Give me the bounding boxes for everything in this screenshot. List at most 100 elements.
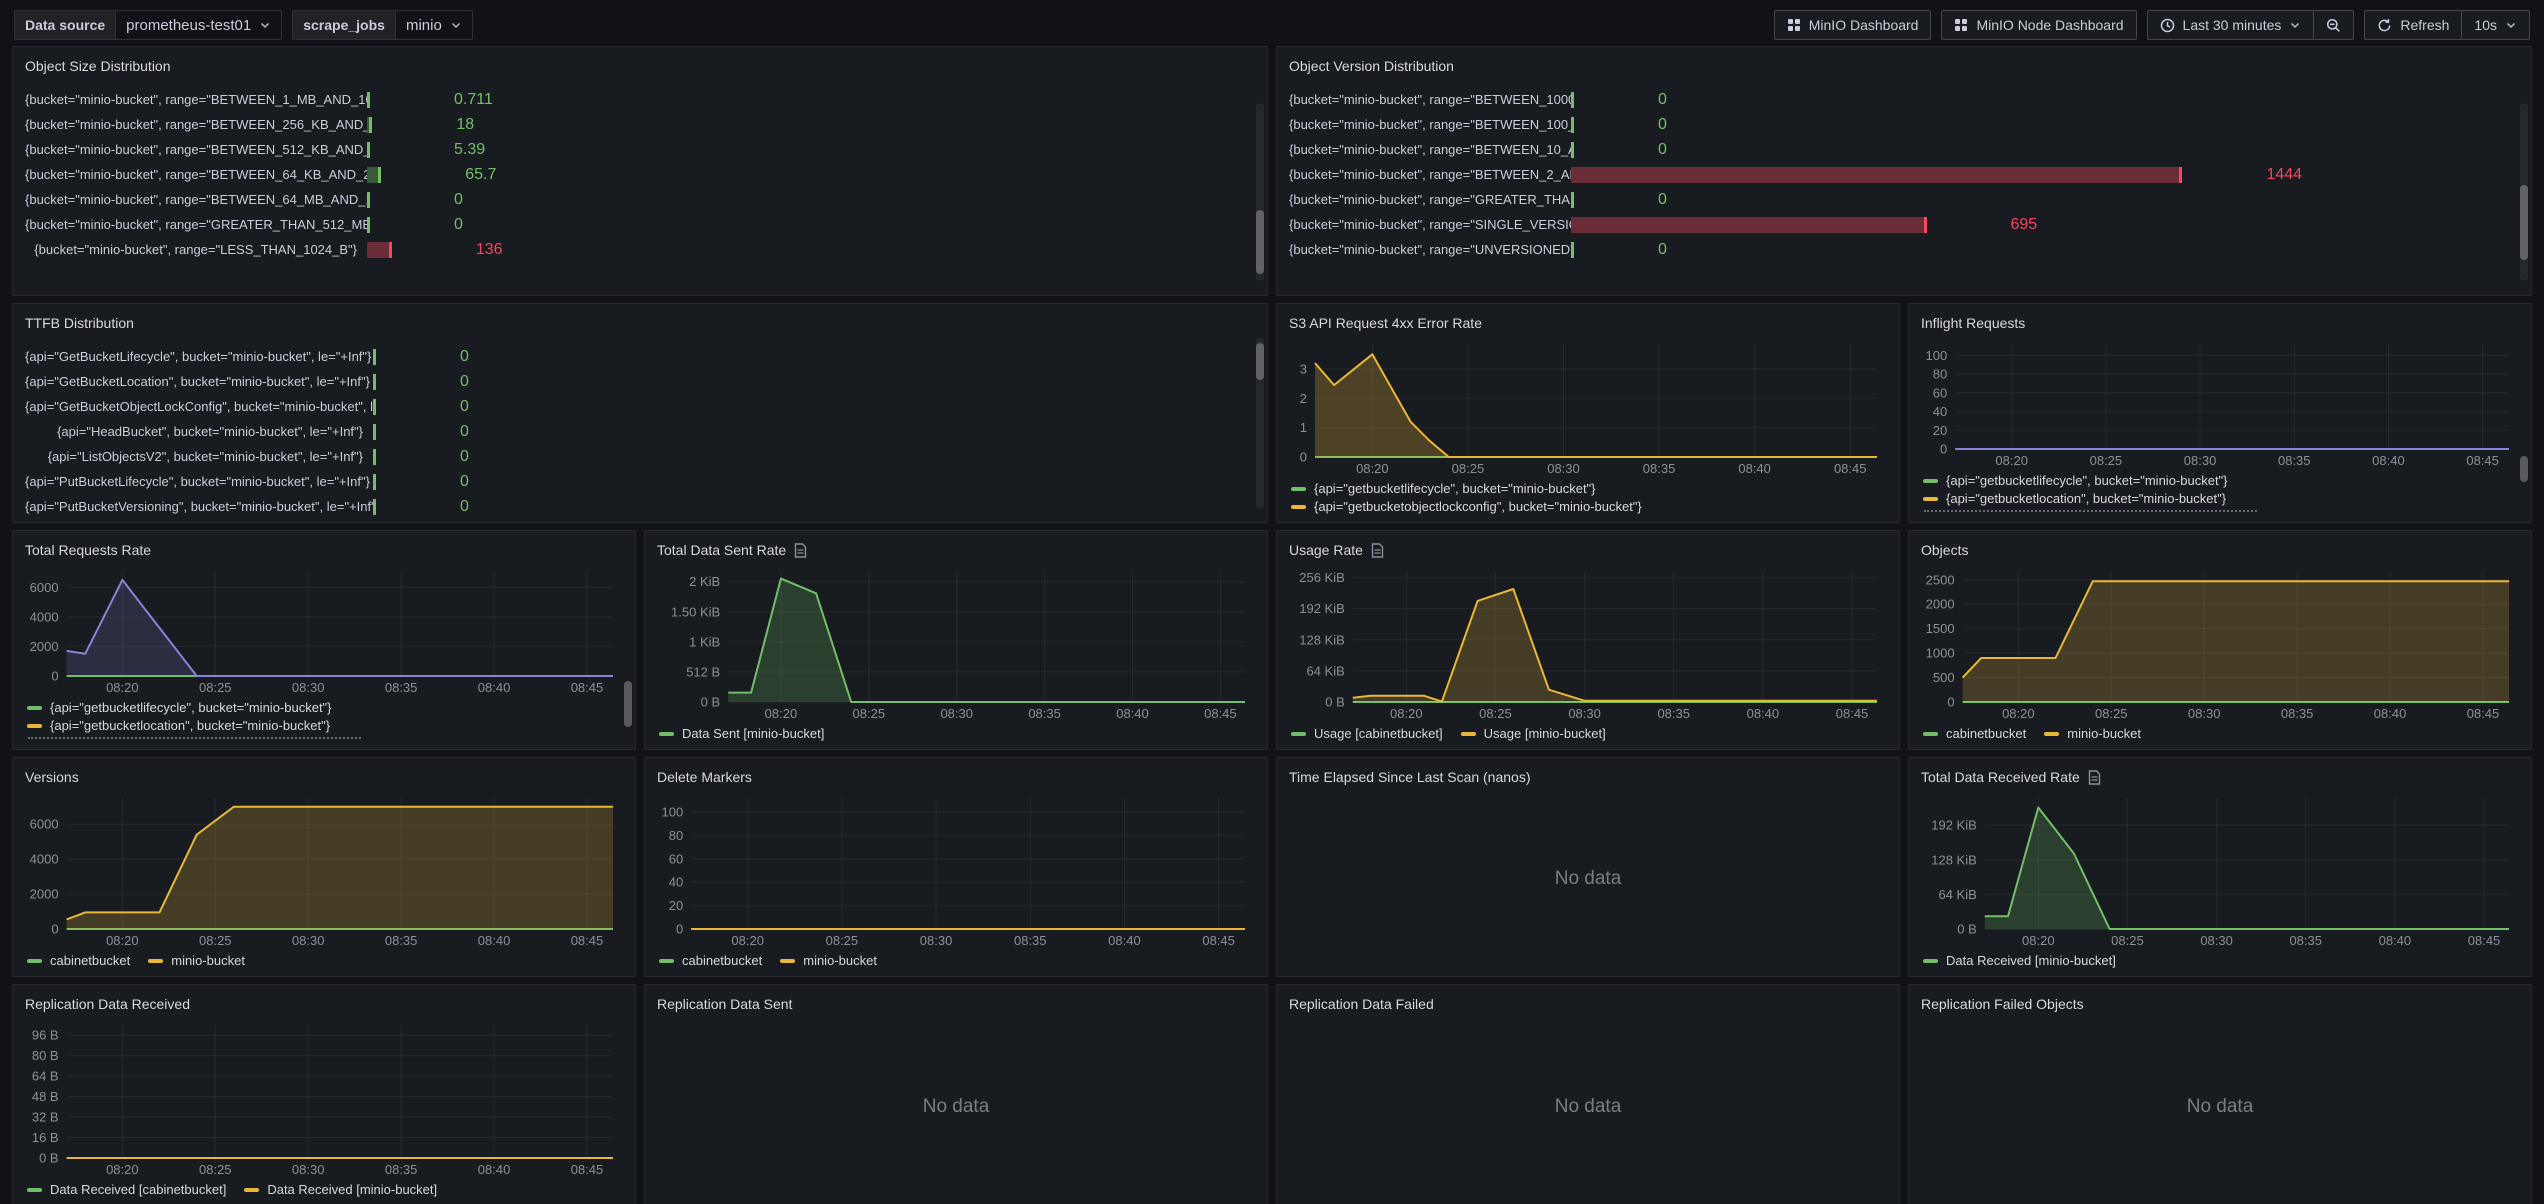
legend-item[interactable]: Data Received [cabinetbucket] [27,1182,226,1197]
panel-object-version-distribution: Object Version Distribution {bucket="min… [1276,46,2532,296]
panel-inflight-requests: Inflight Requests 02040608010008:2008:25… [1908,303,2532,523]
gauge-row-value: 65.7 [465,166,496,184]
legend-item[interactable]: cabinetbucket [1923,726,2026,741]
legend-item[interactable]: minio-bucket [2044,726,2141,741]
datasource-label: Data source [14,10,115,40]
legend-item[interactable]: {api="getbucketlifecycle", bucket="minio… [1923,473,2517,488]
svg-text:0 B: 0 B [1957,922,1977,937]
refresh-button[interactable]: Refresh [2364,10,2462,40]
panel-title[interactable]: Object Size Distribution [25,58,171,74]
panel-title[interactable]: Inflight Requests [1921,315,2025,331]
panel-title[interactable]: Replication Data Sent [657,996,792,1012]
panel-description-icon[interactable] [1371,543,1384,558]
gauge-row: {api="GetBucketLocation", bucket="minio-… [25,369,1255,394]
panel-scrollbar[interactable] [1256,338,1264,508]
svg-text:08:20: 08:20 [2002,706,2035,721]
svg-text:2000: 2000 [1926,597,1955,612]
legend-item[interactable]: Data Received [minio-bucket] [1923,953,2517,968]
gauge-bar: 0 [373,374,1255,390]
total-requests-chart[interactable]: 020004000600008:2008:2508:3008:3508:4008… [25,563,623,696]
svg-text:100: 100 [661,805,683,820]
panel-description-icon[interactable] [2088,770,2101,785]
versions-chart[interactable]: 020004000600008:2008:2508:3008:3508:4008… [25,790,623,949]
panel-title[interactable]: Time Elapsed Since Last Scan (nanos) [1289,769,1531,785]
svg-text:256 KiB: 256 KiB [1299,570,1345,585]
legend-item[interactable]: {api="getbucketobjectlockconfig", bucket… [1291,499,1885,514]
panel-title[interactable]: S3 API Request 4xx Error Rate [1289,315,1482,331]
scrape-jobs-dropdown[interactable]: minio [395,10,473,40]
legend-item[interactable]: cabinetbucket [27,953,130,968]
svg-text:0 B: 0 B [701,695,721,710]
gauge-bar: 0 [1571,242,2519,258]
legend-scrollbar[interactable] [2520,456,2528,514]
panel-title[interactable]: Replication Data Failed [1289,996,1434,1012]
panel-title[interactable]: Replication Failed Objects [1921,996,2084,1012]
svg-text:2000: 2000 [30,887,59,902]
legend-scrollbar[interactable] [624,679,632,741]
gauge-row: {bucket="minio-bucket", range="BETWEEN_2… [25,112,1255,137]
data-received-chart[interactable]: 0 B64 KiB128 KiB192 KiB08:2008:2508:3008… [1921,790,2519,949]
legend-item[interactable]: Usage [minio-bucket] [1461,726,1606,741]
panel-title[interactable]: Total Data Received Rate [1921,769,2080,785]
panel-scrollbar[interactable] [1256,103,1264,281]
apps-icon [1787,18,1801,32]
panel-title[interactable]: Total Data Sent Rate [657,542,786,558]
legend: Data Received [minio-bucket] [1921,949,2519,968]
panel-title[interactable]: Delete Markers [657,769,752,785]
legend-item[interactable]: {api="getbucketlocation", bucket="minio-… [1923,491,2517,506]
usage-rate-chart[interactable]: 0 B64 KiB128 KiB192 KiB256 KiB08:2008:25… [1289,563,1887,722]
s3-4xx-chart[interactable]: 012308:2008:2508:3008:3508:4008:45 [1289,336,1887,477]
svg-text:80: 80 [669,828,683,843]
legend-swatch [27,724,42,728]
panel-title[interactable]: Replication Data Received [25,996,190,1012]
legend-item[interactable]: Usage [cabinetbucket] [1291,726,1443,741]
panel-title[interactable]: Object Version Distribution [1289,58,1454,74]
panel-title[interactable]: Usage Rate [1289,542,1363,558]
legend-item[interactable]: minio-bucket [780,953,877,968]
zoom-out-button[interactable] [2313,10,2354,40]
datasource-dropdown[interactable]: prometheus-test01 [115,10,282,40]
panel-description-icon[interactable] [794,543,807,558]
panel-replication-data-received: Replication Data Received 0 B16 B32 B48 … [12,984,636,1204]
chevron-down-icon [259,19,271,31]
legend-item[interactable]: minio-bucket [148,953,245,968]
svg-text:08:35: 08:35 [2289,933,2322,948]
panel-title[interactable]: TTFB Distribution [25,315,134,331]
svg-text:1.50 KiB: 1.50 KiB [671,604,720,619]
gauge-row-value: 0 [460,348,469,366]
legend-item[interactable]: Data Sent [minio-bucket] [659,726,1253,741]
delete-markers-chart[interactable]: 02040608010008:2008:2508:3008:3508:4008:… [657,790,1255,949]
time-picker-button[interactable]: Last 30 minutes [2147,10,2315,40]
svg-text:80 B: 80 B [32,1048,59,1063]
gauge-row-value: 0 [1658,191,1667,209]
gauge-row-value: 0 [460,373,469,391]
svg-text:08:25: 08:25 [199,1162,232,1177]
legend-item[interactable]: Data Received [minio-bucket] [244,1182,437,1197]
svg-text:4000: 4000 [30,852,59,867]
panel-title[interactable]: Objects [1921,542,1968,558]
refresh-interval-dropdown[interactable]: 10s [2461,10,2530,40]
objects-chart[interactable]: 0500100015002000250008:2008:2508:3008:35… [1921,563,2519,722]
legend-swatch [1923,732,1938,736]
panel-title[interactable]: Versions [25,769,79,785]
svg-text:0: 0 [51,922,58,937]
replication-data-received-chart[interactable]: 0 B16 B32 B48 B64 B80 B96 B08:2008:2508:… [25,1017,623,1178]
minio-node-dashboard-link[interactable]: MinIO Node Dashboard [1941,10,2136,40]
refresh-interval-value: 10s [2474,17,2497,33]
data-sent-chart[interactable]: 0 B512 B1 KiB1.50 KiB2 KiB08:2008:2508:3… [657,563,1255,722]
inflight-chart[interactable]: 02040608010008:2008:2508:3008:3508:4008:… [1921,336,2519,469]
legend-item[interactable]: {api="getbucketlifecycle", bucket="minio… [27,700,621,715]
legend-item[interactable]: {api="getbucketlocation", bucket="minio-… [27,718,621,733]
svg-text:08:35: 08:35 [385,1162,418,1177]
gauge-row: {bucket="minio-bucket", range="GREATER_T… [1289,187,2519,212]
legend-item[interactable]: cabinetbucket [659,953,762,968]
svg-text:48 B: 48 B [32,1089,59,1104]
minio-dashboard-link[interactable]: MinIO Dashboard [1774,10,1932,40]
svg-text:08:25: 08:25 [1479,706,1512,721]
panel-title[interactable]: Total Requests Rate [25,542,151,558]
legend-item[interactable]: {api="getbucketlifecycle", bucket="minio… [1291,481,1885,496]
gauge-row-label: {bucket="minio-bucket", range="BETWEEN_1… [1289,117,1571,132]
svg-text:08:45: 08:45 [571,933,604,948]
panel-scrollbar[interactable] [2520,103,2528,281]
legend-label: Data Received [minio-bucket] [1946,953,2116,968]
